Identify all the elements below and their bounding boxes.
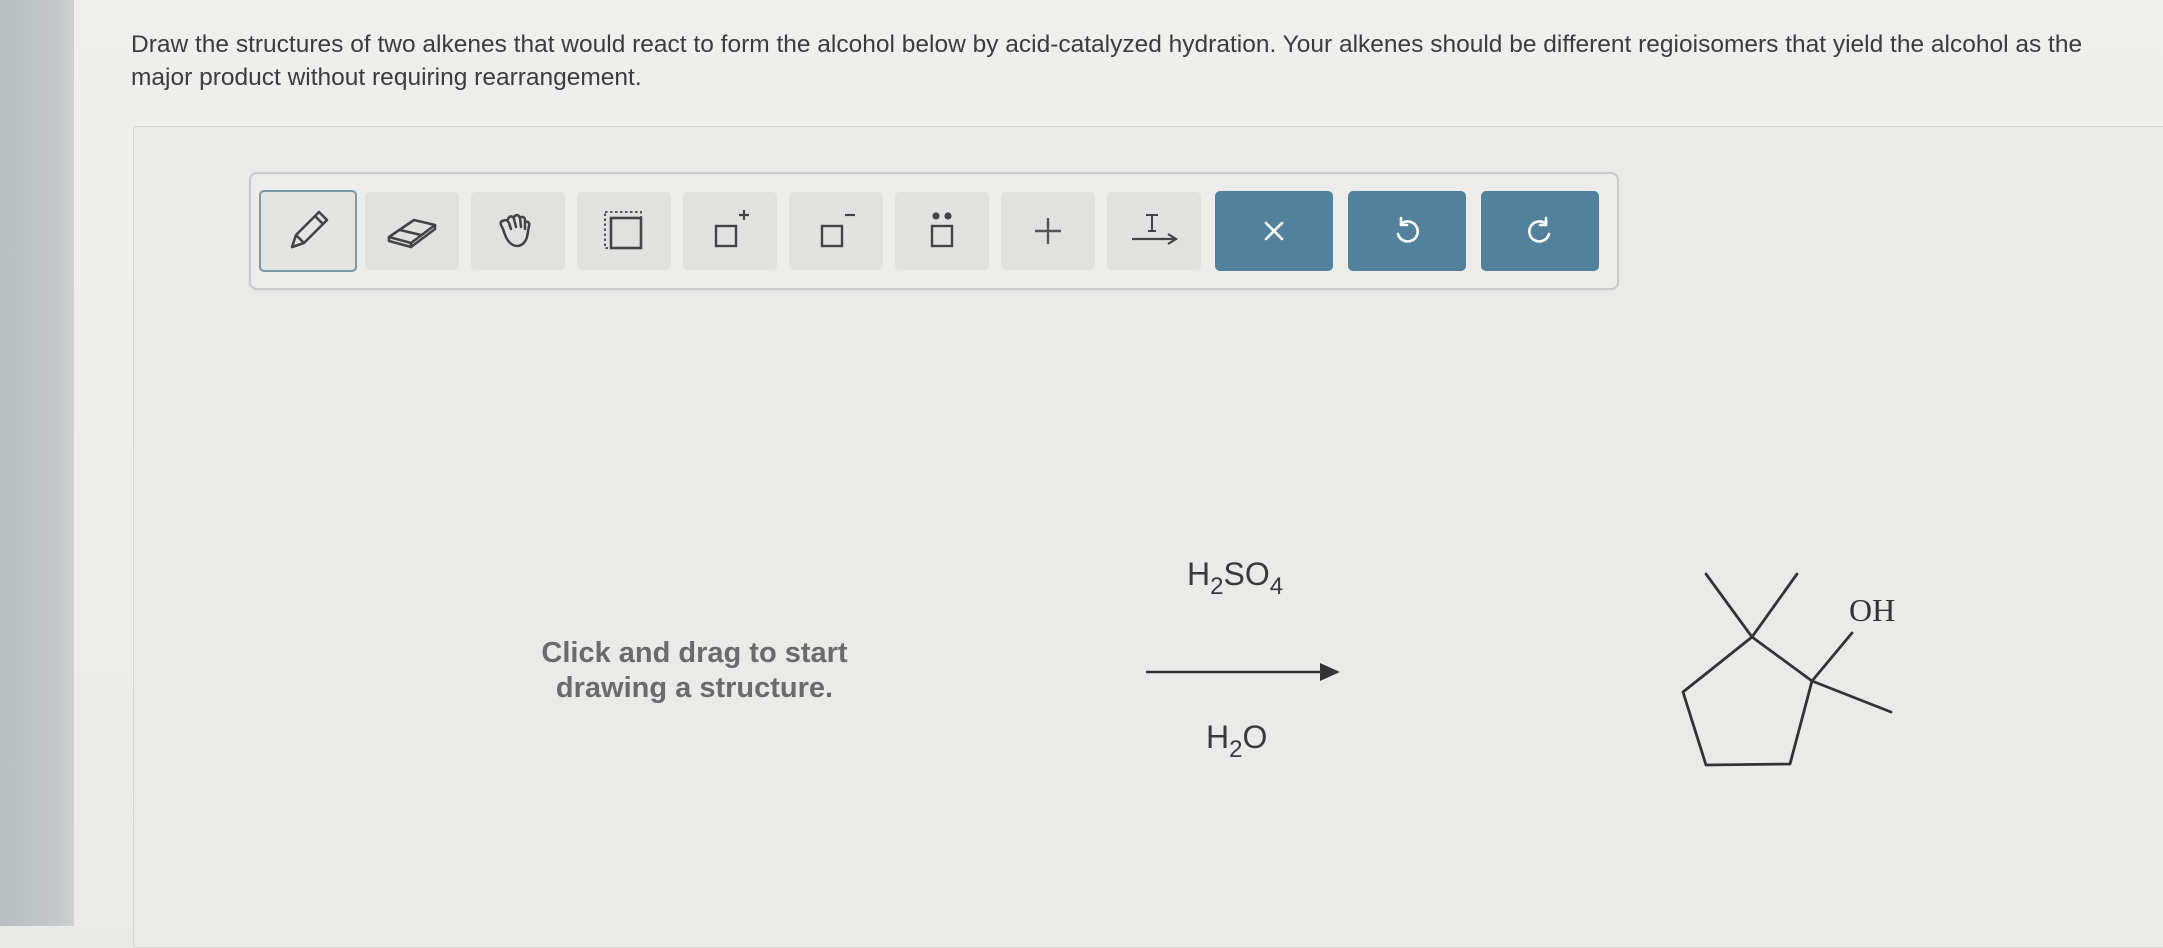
placeholder-line-2: drawing a structure. xyxy=(555,672,834,704)
plus-icon xyxy=(1028,211,1068,251)
question-text: Draw the structures of two alkenes that … xyxy=(131,31,2083,91)
marquee-select-icon xyxy=(600,207,648,255)
eraser-icon xyxy=(384,211,440,251)
methyl-bond-3 xyxy=(1810,679,1893,714)
hydroxyl-label: OH xyxy=(1849,592,1895,628)
pencil-icon xyxy=(281,204,335,258)
bottom-reagent-label: H2O xyxy=(1206,719,1267,764)
positive-charge-icon xyxy=(706,207,754,255)
undo-icon xyxy=(1390,214,1424,248)
toolbar xyxy=(249,172,1619,290)
text-arrow-tool-button[interactable] xyxy=(1107,192,1201,270)
plus-tool-button[interactable] xyxy=(1001,192,1095,270)
eraser-tool-button[interactable] xyxy=(365,192,459,270)
bottom-reagent-c: O xyxy=(1242,719,1268,755)
bottom-reagent-b: 2 xyxy=(1229,736,1243,763)
top-reagent-a: H xyxy=(1187,556,1211,592)
text-arrow-icon xyxy=(1126,207,1182,255)
oh-bond xyxy=(1810,631,1854,683)
redo-icon xyxy=(1523,214,1557,248)
top-reagent-c: SO xyxy=(1223,556,1270,592)
reaction-arrow xyxy=(1146,663,1340,681)
placeholder-line-1: Click and drag to start xyxy=(541,637,848,669)
methyl-bond-1 xyxy=(1704,572,1754,639)
lone-pair-tool-button[interactable] xyxy=(895,192,989,270)
negative-charge-icon xyxy=(812,207,860,255)
methyl-bond-2 xyxy=(1750,572,1799,639)
pencil-tool-button[interactable] xyxy=(259,190,357,272)
close-icon xyxy=(1257,214,1291,248)
clear-button[interactable] xyxy=(1215,191,1333,271)
redo-button[interactable] xyxy=(1481,191,1599,271)
canvas-placeholder: Click and drag to start drawing a struct… xyxy=(482,636,907,706)
positive-charge-tool-button[interactable] xyxy=(683,192,777,270)
bottom-reagent-a: H xyxy=(1206,719,1230,755)
left-window-edge xyxy=(0,0,74,926)
hand-tool-button[interactable] xyxy=(471,192,565,270)
top-reagent-b: 2 xyxy=(1210,573,1224,600)
lone-pair-icon xyxy=(918,207,966,255)
top-reagent-d: 4 xyxy=(1269,573,1284,600)
top-reagent-label: H2SO4 xyxy=(1187,556,1283,601)
undo-button[interactable] xyxy=(1348,191,1466,271)
hand-icon xyxy=(494,207,542,255)
product-alcohol-structure: OH xyxy=(1681,572,1895,767)
negative-charge-tool-button[interactable] xyxy=(789,192,883,270)
ring-bond xyxy=(1681,635,1814,767)
marquee-select-tool-button[interactable] xyxy=(577,192,671,270)
